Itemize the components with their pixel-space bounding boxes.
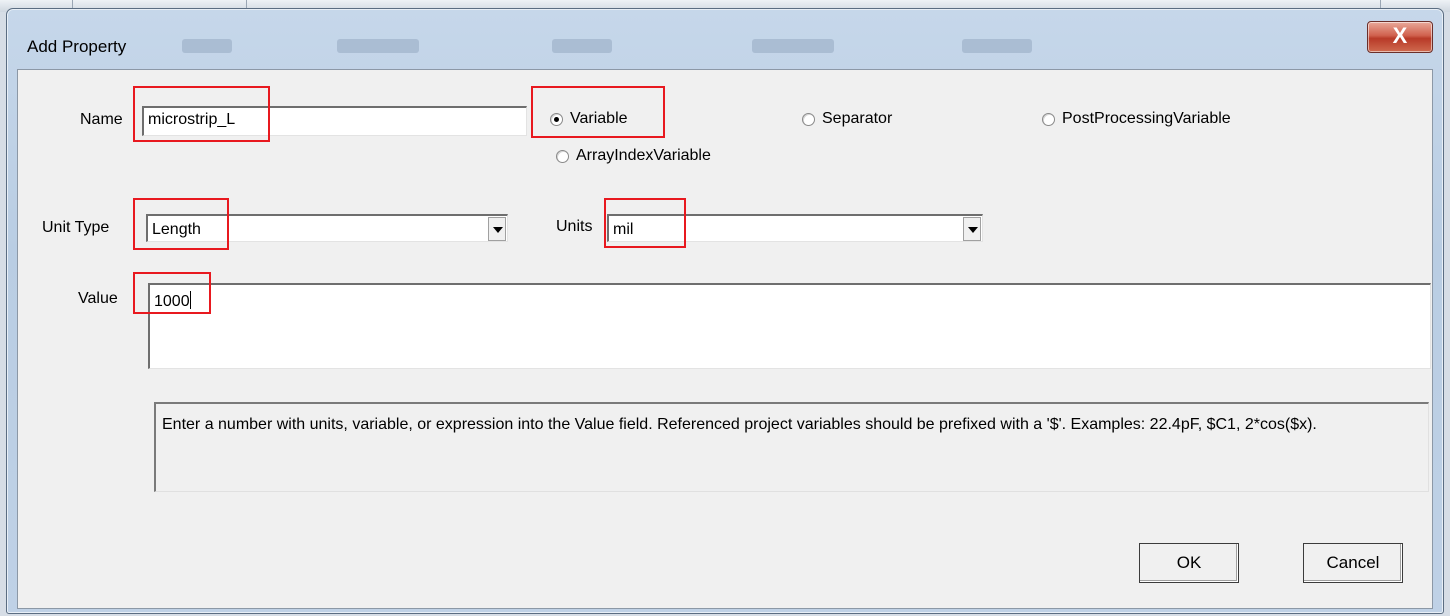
value-label: Value (78, 290, 118, 307)
text-cursor (189, 291, 191, 309)
radio-unselected-icon (556, 150, 569, 163)
background-tab-ghost (182, 39, 232, 53)
radio-unselected-icon (1042, 113, 1055, 126)
name-input-value: microstrip_L (148, 111, 236, 128)
value-input-value: 1000 (154, 293, 190, 310)
radio-label: Variable (570, 110, 628, 127)
radio-label: Separator (822, 110, 893, 127)
name-label: Name (80, 111, 123, 128)
dialog-title: Add Property (27, 37, 127, 56)
add-property-dialog: Add Property X Name microstrip_L Variabl… (6, 8, 1444, 614)
radio-label: PostProcessingVariable (1062, 110, 1231, 127)
background-tab-ghost (337, 39, 419, 53)
units-select[interactable]: mil (607, 214, 983, 242)
unit-type-label: Unit Type (42, 219, 110, 236)
close-button[interactable]: X (1367, 21, 1433, 53)
background-tab-ghost (962, 39, 1032, 53)
dialog-body: Name microstrip_L Variable Separator Pos… (17, 69, 1433, 609)
ok-button[interactable]: OK (1139, 543, 1239, 583)
background-tab-ghost (752, 39, 834, 53)
cancel-button[interactable]: Cancel (1303, 543, 1403, 583)
units-value: mil (613, 221, 634, 238)
chevron-down-icon[interactable] (963, 217, 981, 241)
radio-selected-icon (550, 113, 563, 126)
close-icon: X (1392, 23, 1408, 48)
name-input[interactable]: microstrip_L (142, 106, 527, 136)
background-tab-ghost (552, 39, 612, 53)
value-input[interactable]: 1000 (148, 283, 1431, 369)
unit-type-select[interactable]: Length (146, 214, 508, 242)
units-label: Units (556, 218, 593, 235)
radio-label: ArrayIndexVariable (576, 147, 711, 164)
value-help-text: Enter a number with units, variable, or … (154, 402, 1429, 492)
chevron-down-icon[interactable] (488, 217, 506, 241)
radio-unselected-icon (802, 113, 815, 126)
unit-type-value: Length (152, 221, 201, 238)
